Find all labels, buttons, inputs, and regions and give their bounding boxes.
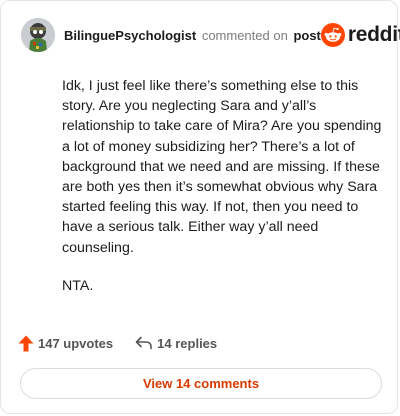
reply-count: 14 replies bbox=[157, 335, 218, 351]
username[interactable]: BilinguePsychologist bbox=[64, 28, 196, 43]
upvote-arrow-icon bbox=[18, 335, 34, 351]
reply-arrow-icon bbox=[135, 336, 152, 350]
reddit-logo[interactable]: reddit bbox=[320, 23, 400, 47]
reddit-snoo-icon bbox=[320, 23, 345, 47]
comment-card: BilinguePsychologist commented on post r… bbox=[0, 0, 400, 414]
comment-body: Idk, I just feel like there’s something … bbox=[62, 76, 382, 314]
user-avatar[interactable] bbox=[21, 18, 55, 52]
view-comments-button[interactable]: View 14 comments bbox=[20, 368, 382, 399]
comment-actions: 147 upvotes 14 replies bbox=[18, 332, 217, 354]
header-text: BilinguePsychologist commented on post bbox=[64, 28, 321, 43]
post-link[interactable]: post bbox=[293, 28, 320, 43]
comment-paragraph: Idk, I just feel like there’s something … bbox=[62, 78, 382, 256]
upvote-count: 147 upvotes bbox=[38, 335, 114, 351]
upvote-button[interactable]: 147 upvotes bbox=[18, 335, 113, 352]
commented-on-text: commented on bbox=[201, 27, 288, 43]
comment-paragraph: NTA. bbox=[62, 277, 94, 294]
replies-button[interactable]: 14 replies bbox=[135, 336, 217, 351]
reddit-wordmark: reddit bbox=[347, 23, 400, 46]
comment-header: BilinguePsychologist commented on post r… bbox=[21, 15, 400, 55]
